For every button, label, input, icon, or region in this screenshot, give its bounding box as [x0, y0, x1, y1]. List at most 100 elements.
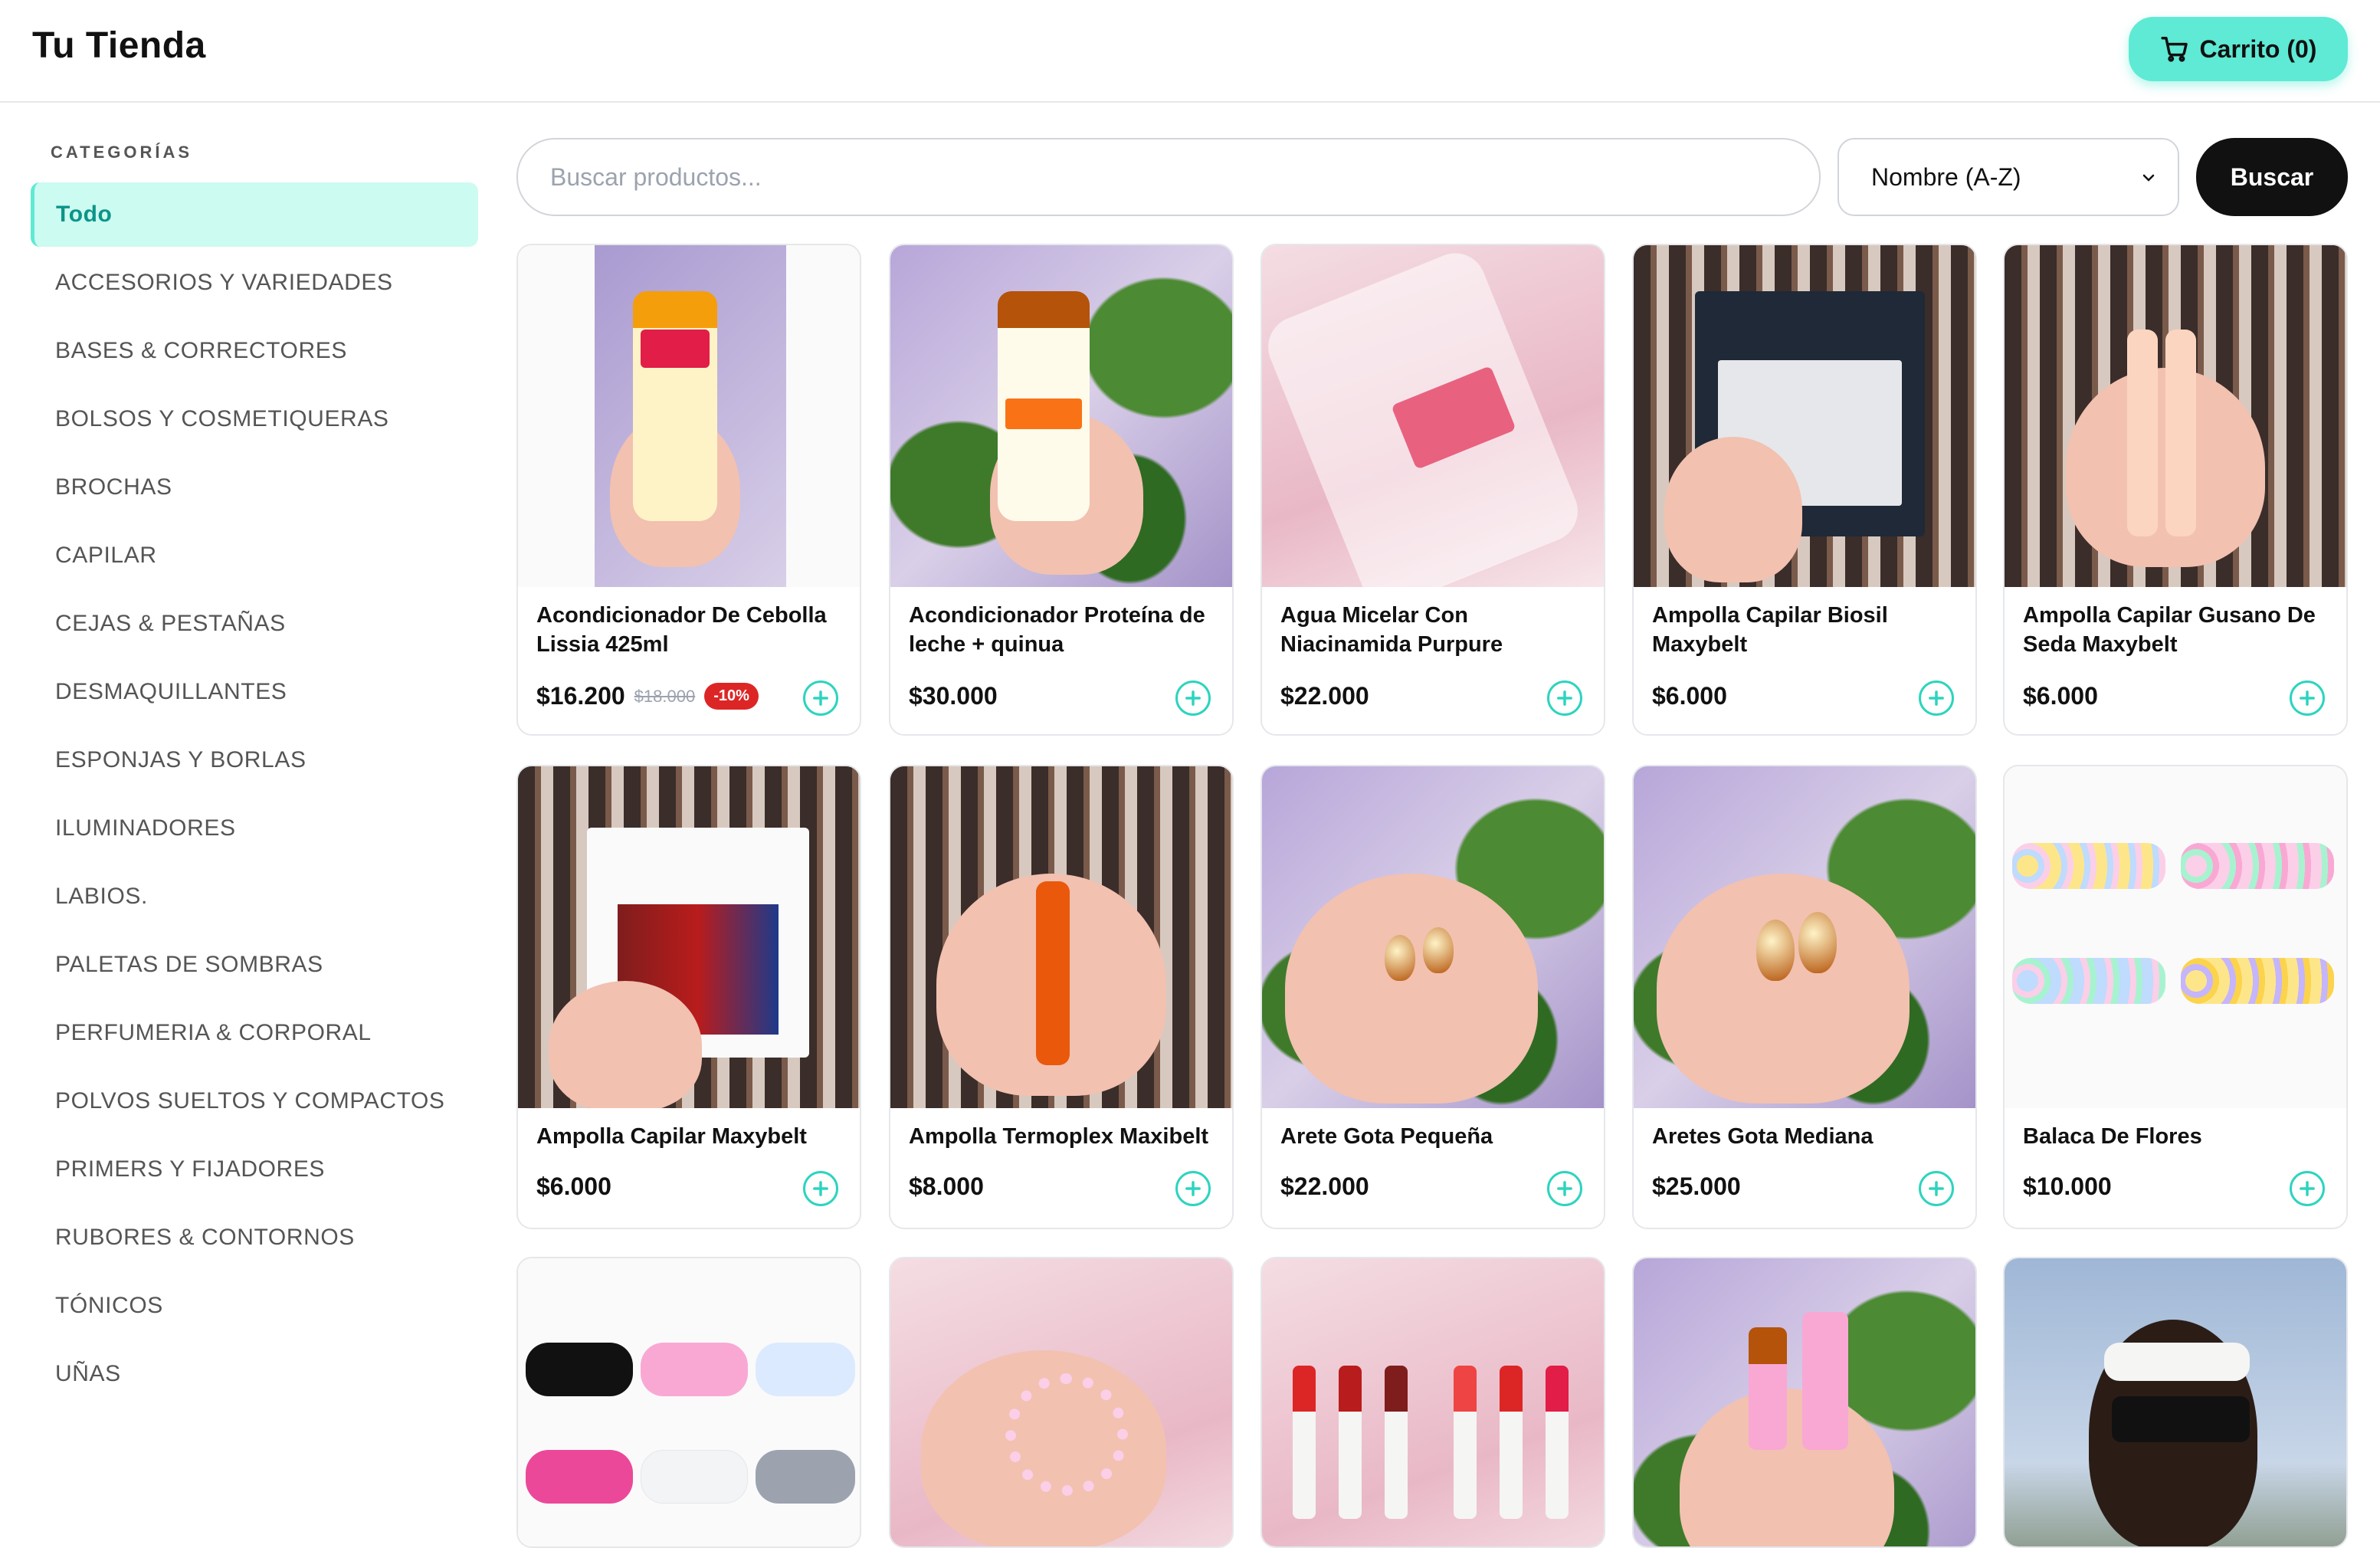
product-image[interactable]: [518, 1258, 860, 1546]
cart-label: Carrito (0): [2199, 34, 2317, 63]
add-to-cart-button[interactable]: [1919, 1171, 1954, 1206]
product-name[interactable]: Ampolla Termoplex Maxibelt: [909, 1122, 1215, 1151]
cart-button[interactable]: Carrito (0): [2129, 17, 2348, 81]
store-logo[interactable]: Tu Tienda: [32, 25, 206, 67]
plus-icon: [1185, 690, 1201, 706]
category-item-desmaquillantes[interactable]: DESMAQUILLANTES: [31, 660, 478, 724]
sort-select[interactable]: Nombre (A-Z): [1837, 138, 2179, 216]
product-name[interactable]: Agua Micelar Con Niacinamida Purpure: [1280, 601, 1587, 659]
category-item-capilar[interactable]: CAPILAR: [31, 523, 478, 588]
product-image[interactable]: [1634, 1258, 1975, 1546]
product-name[interactable]: Acondicionador Proteína de leche + quinu…: [909, 601, 1215, 659]
price-row: $22.000: [1280, 682, 1369, 710]
product-image[interactable]: [1634, 245, 1975, 587]
category-item-perfumeria[interactable]: PERFUMERIA & CORPORAL: [31, 1001, 478, 1065]
add-to-cart-button[interactable]: [1175, 1171, 1211, 1206]
cart-icon: [2160, 37, 2188, 62]
product-image[interactable]: [890, 1258, 1232, 1546]
category-item-tonicos[interactable]: TÓNICOS: [31, 1274, 478, 1338]
product-image[interactable]: [890, 766, 1232, 1108]
product-card[interactable]: Aretes Gota Mediana $25.000: [1632, 765, 1977, 1229]
product-card[interactable]: Balaca De Flores $10.000: [2003, 765, 2348, 1229]
product-card[interactable]: [1632, 1257, 1977, 1548]
plus-icon: [2300, 1181, 2315, 1196]
category-item-polvos[interactable]: POLVOS SUELTOS Y COMPACTOS: [31, 1069, 478, 1133]
product-image[interactable]: [518, 245, 860, 587]
category-item-bolsos[interactable]: BOLSOS Y COSMETIQUERAS: [31, 387, 478, 451]
product-name[interactable]: Aretes Gota Mediana: [1652, 1122, 1959, 1151]
product-name[interactable]: Ampolla Capilar Biosil Maxybelt: [1652, 601, 1959, 659]
price-row: $25.000: [1652, 1172, 1741, 1201]
product-image[interactable]: [518, 766, 860, 1108]
category-item-cejas[interactable]: CEJAS & PESTAÑAS: [31, 592, 478, 656]
category-list: Todo ACCESORIOS Y VARIEDADES BASES & COR…: [31, 182, 478, 1410]
product-image[interactable]: [2005, 766, 2346, 1108]
product-price: $6.000: [536, 1172, 611, 1200]
product-price: $30.000: [909, 682, 998, 710]
product-name[interactable]: Arete Gota Pequeña: [1280, 1122, 1587, 1151]
product-name[interactable]: Ampolla Capilar Gusano De Seda Maxybelt: [2023, 601, 2329, 659]
price-row: $6.000: [2023, 682, 2098, 710]
category-item-rubores[interactable]: RUBORES & CONTORNOS: [31, 1205, 478, 1270]
product-card[interactable]: [516, 1257, 861, 1548]
price-row: $30.000: [909, 682, 998, 710]
category-item-esponjas[interactable]: ESPONJAS Y BORLAS: [31, 728, 478, 792]
product-card[interactable]: [2003, 1257, 2348, 1548]
product-image[interactable]: [1262, 1258, 1604, 1546]
price-row: $10.000: [2023, 1172, 2112, 1201]
search-input[interactable]: [516, 138, 1821, 216]
category-item-brochas[interactable]: BROCHAS: [31, 455, 478, 520]
product-price: $25.000: [1652, 1172, 1741, 1200]
plus-icon: [1557, 1181, 1572, 1196]
add-to-cart-button[interactable]: [1175, 681, 1211, 716]
plus-icon: [1929, 1181, 1944, 1196]
product-name[interactable]: Balaca De Flores: [2023, 1122, 2329, 1151]
price-row: $8.000: [909, 1172, 984, 1201]
product-card[interactable]: Ampolla Capilar Biosil Maxybelt $6.000: [1632, 244, 1977, 736]
product-image[interactable]: [890, 245, 1232, 587]
product-price: $10.000: [2023, 1172, 2112, 1200]
product-price: $16.200: [536, 682, 625, 710]
add-to-cart-button[interactable]: [1547, 1171, 1582, 1206]
add-to-cart-button[interactable]: [803, 681, 838, 716]
plus-icon: [2300, 690, 2315, 706]
plus-icon: [1185, 1181, 1201, 1196]
add-to-cart-button[interactable]: [1919, 681, 1954, 716]
add-to-cart-button[interactable]: [2290, 681, 2325, 716]
product-name[interactable]: Ampolla Capilar Maxybelt: [536, 1122, 843, 1151]
product-name[interactable]: Acondicionador De Cebolla Lissia 425ml: [536, 601, 843, 659]
product-image[interactable]: [2005, 1258, 2346, 1546]
product-card[interactable]: [1260, 1257, 1605, 1548]
product-card[interactable]: Ampolla Termoplex Maxibelt $8.000: [889, 765, 1234, 1229]
product-old-price: $18.000: [634, 686, 696, 706]
category-item-bases[interactable]: BASES & CORRECTORES: [31, 319, 478, 383]
plus-icon: [1929, 690, 1944, 706]
product-card[interactable]: Acondicionador Proteína de leche + quinu…: [889, 244, 1234, 736]
category-item-primers[interactable]: PRIMERS Y FIJADORES: [31, 1137, 478, 1202]
product-card[interactable]: [889, 1257, 1234, 1548]
add-to-cart-button[interactable]: [1547, 681, 1582, 716]
search-button[interactable]: Buscar: [2196, 138, 2348, 216]
product-card[interactable]: Ampolla Capilar Maxybelt $6.000: [516, 765, 861, 1229]
plus-icon: [813, 1181, 828, 1196]
category-item-todo[interactable]: Todo: [31, 182, 478, 247]
discount-badge: -10%: [704, 683, 759, 710]
category-item-unas[interactable]: UÑAS: [31, 1342, 478, 1406]
chevron-down-icon: [2142, 174, 2155, 182]
add-to-cart-button[interactable]: [803, 1171, 838, 1206]
category-item-paletas[interactable]: PALETAS DE SOMBRAS: [31, 933, 478, 997]
product-image[interactable]: [1634, 766, 1975, 1108]
category-item-labios[interactable]: LABIOS.: [31, 864, 478, 929]
add-to-cart-button[interactable]: [2290, 1171, 2325, 1206]
product-image[interactable]: [1262, 245, 1604, 587]
product-image[interactable]: [1262, 766, 1604, 1108]
category-item-accesorios[interactable]: ACCESORIOS Y VARIEDADES: [31, 251, 478, 315]
product-card[interactable]: Acondicionador De Cebolla Lissia 425ml $…: [516, 244, 861, 736]
product-card[interactable]: Arete Gota Pequeña $22.000: [1260, 765, 1605, 1229]
product-image[interactable]: [2005, 245, 2346, 587]
product-card[interactable]: Agua Micelar Con Niacinamida Purpure $22…: [1260, 244, 1605, 736]
product-card[interactable]: Ampolla Capilar Gusano De Seda Maxybelt …: [2003, 244, 2348, 736]
category-item-iluminadores[interactable]: ILUMINADORES: [31, 796, 478, 861]
price-row: $16.200 $18.000 -10%: [536, 682, 759, 710]
price-row: $22.000: [1280, 1172, 1369, 1201]
